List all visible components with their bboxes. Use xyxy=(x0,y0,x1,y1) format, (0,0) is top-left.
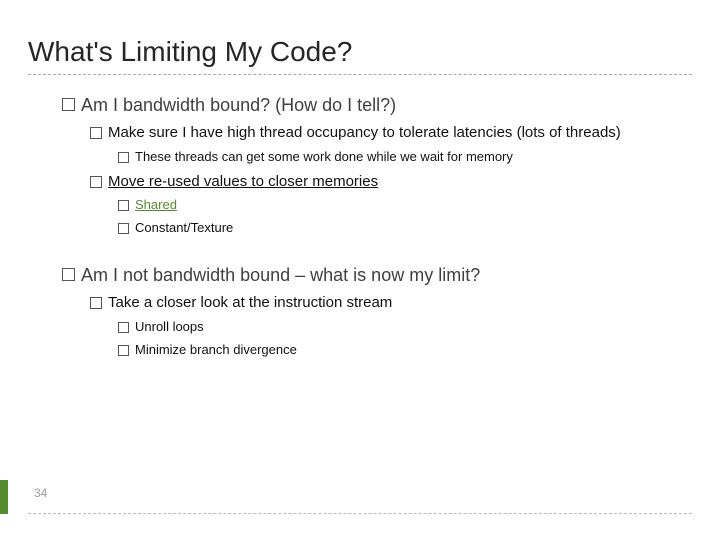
title-area: What's Limiting My Code? xyxy=(0,0,720,89)
bullet-1-2: Move re-used values to closer memories xyxy=(90,172,692,192)
footer-divider xyxy=(28,513,692,514)
bullet-2-1-1-text: Unroll loops xyxy=(135,319,204,336)
checkbox-icon xyxy=(62,268,75,281)
bullet-1-2-children: Shared Constant/Texture xyxy=(90,197,692,237)
page-number: 34 xyxy=(34,486,47,500)
checkbox-icon xyxy=(90,127,102,139)
checkbox-icon xyxy=(62,98,75,111)
bullet-1: Am I bandwidth bound? (How do I tell?) xyxy=(62,93,692,117)
bullet-2-1: Take a closer look at the instruction st… xyxy=(90,293,692,313)
checkbox-icon xyxy=(118,200,129,211)
bullet-2-1-2-text: Minimize branch divergence xyxy=(135,342,297,359)
bullet-1-2-1-text: Shared xyxy=(135,197,177,214)
checkbox-icon xyxy=(90,297,102,309)
bullet-1-1-text: Make sure I have high thread occupancy t… xyxy=(108,123,621,143)
slide: What's Limiting My Code? Am I bandwidth … xyxy=(0,0,720,540)
bullet-1-2-2: Constant/Texture xyxy=(118,220,692,237)
bullet-1-2-text: Move re-used values to closer memories xyxy=(108,172,378,192)
bullet-1-children: Make sure I have high thread occupancy t… xyxy=(62,123,692,237)
checkbox-icon xyxy=(118,223,129,234)
bullet-1-1-children: These threads can get some work done whi… xyxy=(90,149,692,166)
checkbox-icon xyxy=(118,152,129,163)
title-divider xyxy=(28,74,692,75)
content-area: Am I bandwidth bound? (How do I tell?) M… xyxy=(0,93,720,359)
bullet-1-2-2-text: Constant/Texture xyxy=(135,220,233,237)
bullet-2-children: Take a closer look at the instruction st… xyxy=(62,293,692,358)
bullet-2-1-children: Unroll loops Minimize branch divergence xyxy=(90,319,692,359)
bullet-2-text: Am I not bandwidth bound – what is now m… xyxy=(81,263,480,287)
bullet-2-1-2: Minimize branch divergence xyxy=(118,342,692,359)
bullet-1-2-1: Shared xyxy=(118,197,692,214)
bullet-2-1-1: Unroll loops xyxy=(118,319,692,336)
accent-bar xyxy=(0,480,8,514)
checkbox-icon xyxy=(118,345,129,356)
bullet-1-1: Make sure I have high thread occupancy t… xyxy=(90,123,692,143)
bullet-2: Am I not bandwidth bound – what is now m… xyxy=(62,263,692,287)
checkbox-icon xyxy=(90,176,102,188)
bullet-1-text: Am I bandwidth bound? (How do I tell?) xyxy=(81,93,396,117)
checkbox-icon xyxy=(118,322,129,333)
bullet-2-1-text: Take a closer look at the instruction st… xyxy=(108,293,392,313)
bullet-1-1-1: These threads can get some work done whi… xyxy=(118,149,692,166)
slide-title: What's Limiting My Code? xyxy=(28,36,692,68)
bullet-1-1-1-text: These threads can get some work done whi… xyxy=(135,149,513,166)
